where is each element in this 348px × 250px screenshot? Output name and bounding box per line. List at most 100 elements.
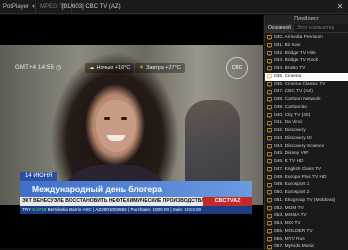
tv-icon	[267, 43, 272, 48]
app-menu-label: PotPlayer	[3, 4, 30, 10]
title-bar: PotPlayer ▼ MPEG TS [01/603] CBC TV (AZ) …	[0, 0, 348, 14]
weather-tomorrow-text: Завтра +27°C	[145, 65, 181, 71]
channel-list-item[interactable]: 046. E TV HD	[265, 158, 348, 166]
channel-name: 052. MGM TV	[274, 205, 304, 211]
channel-name: 054. MIX TV	[274, 221, 301, 226]
tv-icon	[267, 113, 272, 118]
tv-icon	[267, 58, 272, 64]
tab-main[interactable]: Основной	[265, 24, 294, 32]
channel-list-item[interactable]: 055. MOLDER TV	[265, 228, 348, 236]
channel-list-item[interactable]: 052. MGM TV	[265, 205, 348, 213]
channel-list-item[interactable]: 035. Cinema	[265, 72, 348, 81]
tv-icon	[267, 120, 272, 126]
tv-icon	[267, 66, 272, 71]
channel-list-item[interactable]: 036. Cinema Classic TV	[265, 81, 348, 89]
tv-icon	[267, 144, 272, 149]
channel-list-item[interactable]: 038. Cartoon Network	[265, 96, 348, 104]
channel-list-item[interactable]: 048. Europa Plus TV HD	[265, 174, 348, 182]
tab-this-computer[interactable]: Этот компьютер	[294, 24, 337, 32]
tv-icon	[267, 237, 272, 242]
tv-icon	[267, 128, 272, 133]
channel-list-item[interactable]: 051. Ekogroup TV (Moldova)	[265, 197, 348, 205]
tv-icon	[267, 213, 272, 219]
tv-icon	[267, 35, 272, 40]
stock-prefix: TRY	[22, 207, 32, 212]
presenter-face	[96, 100, 136, 152]
tv-icon	[267, 229, 272, 234]
window-title: [01/603] CBC TV (AZ)	[62, 4, 121, 10]
tv-icon	[267, 244, 272, 250]
stock-rest: Bernikelia Barrio ASC | AZ2001004582 | P…	[47, 207, 202, 212]
channel-list-item[interactable]: 040. City TV (40)	[265, 112, 348, 120]
channel-name: 041. Da Vinci	[274, 120, 303, 126]
channel-logo: CBC	[226, 57, 248, 79]
tv-icon	[267, 136, 272, 141]
stock-ticker: TRY 6.0718 Bernikelia Barrio ASC | AZ200…	[20, 206, 252, 214]
channel-list-item[interactable]: 045. Disney VIP	[265, 150, 348, 158]
banner-date: 14 ИЮНЯ	[20, 172, 58, 181]
tv-icon	[267, 221, 272, 226]
channel-name: 045. Disney VIP	[274, 151, 309, 157]
channel-name: 040. City TV (40)	[274, 112, 311, 118]
channel-name: 031. Bir Kan	[274, 42, 301, 48]
channel-list-item[interactable]: 042. Discovery	[265, 127, 348, 135]
channel-name: 034. BroBo TV	[274, 66, 306, 71]
channel-list-item[interactable]: 057. MyKids Music	[265, 243, 348, 250]
channel-name: 048. Europa Plus TV HD	[274, 174, 327, 180]
channel-name: 051. Ekogroup TV (Moldova)	[274, 197, 336, 203]
channel-name: 039. Cartoonito	[274, 104, 307, 110]
tv-icon	[267, 182, 272, 188]
channel-list-item[interactable]: 032. Bridge TV Hits	[265, 50, 348, 58]
channel-name: 032. Bridge TV Hits	[274, 50, 316, 56]
channel-name: 050. Eurosport 2	[274, 190, 310, 195]
channel-name: 049. Eurosport 1	[274, 182, 310, 188]
video-area[interactable]: GMT+4 14:55 ◷ ☁ Ночью +16°C ☀ Завтра +27°C …	[0, 15, 263, 248]
tv-icon	[267, 198, 272, 203]
channel-name: 046. E TV HD	[274, 159, 304, 164]
osd-clock: GMT+4 14:55 ◷	[15, 64, 62, 71]
channel-list-item[interactable]: 049. Eurosport 1	[265, 181, 348, 189]
channel-list-item[interactable]: 053. MGMA TV	[265, 212, 348, 220]
tv-icon	[267, 82, 272, 87]
channel-list-item[interactable]: 037. CBC TV (AZ)	[265, 88, 348, 96]
app-menu-button[interactable]: PotPlayer ▼	[3, 2, 36, 12]
channel-name: 036. Cinema Classic TV	[274, 81, 326, 87]
close-icon[interactable]: ✕	[335, 2, 345, 12]
channel-name: 030. Armedia Premium	[274, 35, 323, 40]
channel-list-item[interactable]: 044. Discovery Science	[265, 143, 348, 151]
channel-name: 042. Discovery	[274, 128, 306, 133]
channel-name: 037. CBC TV (AZ)	[274, 89, 313, 95]
playlist-tabs: Основной Этот компьютер	[265, 24, 348, 33]
tv-icon	[267, 151, 272, 157]
tv-icon	[267, 74, 272, 79]
playlist-panel: Плейлист Основной Этот компьютер 030. Ar…	[264, 15, 348, 250]
channel-name: 056. MTV Rus	[274, 236, 305, 242]
osd-time-text: GMT+4 14:55	[15, 65, 55, 71]
tv-icon	[267, 51, 272, 56]
channel-name: 038. Cartoon Network	[274, 97, 321, 102]
channel-list-item[interactable]: 031. Bir Kan	[265, 42, 348, 50]
ticker-channel-logo: CBCTVAZ	[203, 197, 252, 206]
channel-name: 053. MGMA TV	[274, 213, 307, 219]
channel-list-item[interactable]: 054. MIX TV	[265, 220, 348, 228]
channel-name: 033. Bridge TV Rock	[274, 58, 319, 64]
tv-icon	[267, 175, 272, 180]
tv-icon	[267, 167, 272, 172]
channel-list-item[interactable]: 047. English Class TV	[265, 166, 348, 174]
clock-icon: ◷	[56, 65, 62, 71]
weather-tomorrow: ☀ Завтра +27°C	[135, 63, 185, 73]
tv-icon	[267, 105, 272, 110]
channel-list-item[interactable]: 056. MTV Rus	[265, 236, 348, 244]
presenter-eye	[121, 117, 127, 120]
tv-icon	[267, 97, 272, 102]
channel-list-item[interactable]: 034. BroBo TV	[265, 65, 348, 73]
channel-list-item[interactable]: 033. Bridge TV Rock	[265, 57, 348, 65]
channel-list-item[interactable]: 050. Eurosport 2	[265, 189, 348, 197]
channel-list-item[interactable]: 041. Da Vinci	[265, 119, 348, 127]
channel-list-item[interactable]: 030. Armedia Premium	[265, 34, 348, 42]
channel-list[interactable]: 030. Armedia Premium 031. Bir Kan 032. Bri…	[265, 34, 348, 250]
channel-list-item[interactable]: 043. Discovery ID	[265, 135, 348, 143]
sun-icon: ☀	[139, 65, 144, 71]
channel-list-item[interactable]: 039. Cartoonito	[265, 104, 348, 112]
weather-tonight: ☁ Ночью +16°C	[85, 63, 135, 73]
